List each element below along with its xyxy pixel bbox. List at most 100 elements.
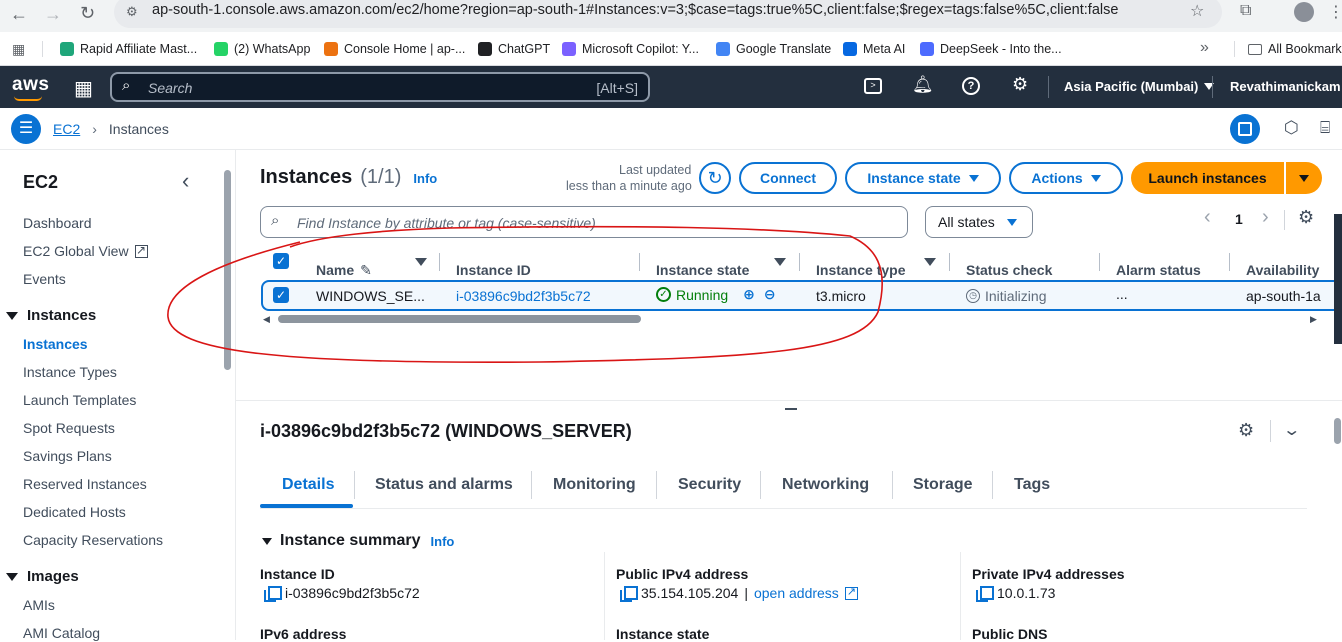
caret-down-icon xyxy=(6,572,18,581)
panel-toggle-button[interactable] xyxy=(1230,114,1260,144)
reload-icon[interactable]: ↻ xyxy=(80,3,95,24)
sidebar-item-reserved-instances[interactable]: Reserved Instances xyxy=(23,476,147,492)
forward-icon[interactable]: → xyxy=(44,4,62,25)
next-page-icon[interactable]: › xyxy=(1262,206,1269,229)
tab-networking[interactable]: Networking xyxy=(782,476,869,494)
public-ipv4-value: 35.154.105.204 | open address ↗ xyxy=(620,585,858,602)
feedback-icon[interactable]: ⌸ xyxy=(1320,118,1330,138)
sort-caret-icon[interactable] xyxy=(924,258,936,266)
tab-tags[interactable]: Tags xyxy=(1014,476,1050,494)
bookmark-item[interactable]: Microsoft Copilot: Y... xyxy=(562,32,699,66)
connect-button[interactable]: Connect xyxy=(739,162,837,194)
info-link[interactable]: Info xyxy=(413,171,437,186)
column-header-status-check[interactable]: Status check xyxy=(966,262,1052,278)
bookmark-label: Google Translate xyxy=(736,42,832,56)
copy-icon[interactable] xyxy=(620,585,638,602)
bookmark-label: Microsoft Copilot: Y... xyxy=(582,42,699,56)
collapse-panel-chevron-icon[interactable]: ⌄ xyxy=(1282,420,1301,440)
sidebar-item-amis[interactable]: AMIs xyxy=(23,597,55,613)
url-text[interactable]: ap-south-1.console.aws.amazon.com/ec2/ho… xyxy=(152,2,1118,18)
sidebar-item-events[interactable]: Events xyxy=(23,271,66,287)
launch-instances-button[interactable]: Launch instances xyxy=(1131,162,1284,194)
bookmark-item[interactable]: Rapid Affiliate Mast... xyxy=(60,32,197,66)
sidebar-item-instances[interactable]: Instances xyxy=(23,336,88,352)
bookmark-item[interactable]: (2) WhatsApp xyxy=(214,32,310,66)
refresh-button[interactable]: ↻ xyxy=(699,162,731,194)
bookmark-item[interactable]: Meta AI xyxy=(843,32,905,66)
nav-divider xyxy=(1048,76,1049,98)
column-divider xyxy=(960,552,961,640)
column-header-alarm-status[interactable]: Alarm status xyxy=(1116,262,1201,278)
address-bar[interactable]: ⚙ ap-south-1.console.aws.amazon.com/ec2/… xyxy=(114,0,1222,28)
tab-status-and-alarms[interactable]: Status and alarms xyxy=(375,476,513,494)
open-address-link[interactable]: open address xyxy=(754,585,839,601)
sidebar-section-images[interactable]: Images xyxy=(6,568,79,585)
side-edge-tab[interactable] xyxy=(1334,214,1342,344)
all-bookmarks-link[interactable]: All Bookmarks xyxy=(1248,32,1342,66)
bookmark-item[interactable]: Google Translate xyxy=(716,32,831,66)
bookmark-item[interactable]: Console Home | ap-... xyxy=(324,32,465,66)
settings-gear-icon[interactable]: ⚙ xyxy=(1012,74,1028,95)
aws-top-nav: aws ▦ ⌕ Search [Alt+S] > 🔔︎ ? ⚙ Asia Pac… xyxy=(0,66,1342,108)
bookmark-item[interactable]: ChatGPT xyxy=(478,32,550,66)
cloudshell-icon[interactable]: > xyxy=(864,78,882,94)
sidebar-title: EC2 xyxy=(23,172,59,192)
apps-icon[interactable]: ▦ xyxy=(12,41,25,58)
split-panel-handle[interactable] xyxy=(785,408,797,410)
menu-icon[interactable]: ⋮ xyxy=(1328,2,1342,22)
sidebar-item-capacity-reservations[interactable]: Capacity Reservations xyxy=(23,532,163,548)
collapse-sidebar-icon[interactable]: ‹ xyxy=(182,168,189,194)
instance-summary-header[interactable]: Instance summary Info xyxy=(262,532,454,550)
back-icon[interactable]: ← xyxy=(10,4,28,25)
scroll-right-icon[interactable]: ▶ xyxy=(1310,314,1317,325)
sidebar-item-ami-catalog[interactable]: AMI Catalog xyxy=(23,625,100,641)
sidebar-item-dashboard[interactable]: Dashboard xyxy=(23,215,92,231)
value-text: i-03896c9bd2f3b5c72 xyxy=(285,585,420,601)
sidebar-item-global-view[interactable]: EC2 Global View ↗ xyxy=(23,243,148,259)
region-selector[interactable]: Asia Pacific (Mumbai) xyxy=(1064,79,1215,94)
aws-logo[interactable]: aws xyxy=(12,74,49,96)
sidebar-item-dedicated-hosts[interactable]: Dedicated Hosts xyxy=(23,504,126,520)
sidebar-item-spot-requests[interactable]: Spot Requests xyxy=(23,420,115,436)
more-bookmarks-icon[interactable]: » xyxy=(1200,39,1209,57)
copy-icon[interactable] xyxy=(976,585,994,602)
preferences-gear-icon[interactable]: ⚙ xyxy=(1298,207,1314,228)
bookmark-star-icon[interactable]: ☆ xyxy=(1190,1,1204,21)
column-header-availability[interactable]: Availability xyxy=(1246,262,1319,278)
sidebar-section-instances[interactable]: Instances xyxy=(6,307,96,324)
info-link[interactable]: Info xyxy=(431,534,455,549)
hexagon-settings-icon[interactable]: ⬡ xyxy=(1284,118,1299,138)
search-icon: ⌕ xyxy=(122,77,131,94)
extensions-icon[interactable]: ⧉ xyxy=(1240,2,1251,20)
copy-icon[interactable] xyxy=(264,585,282,602)
actions-button[interactable]: Actions xyxy=(1009,162,1123,194)
tab-monitoring[interactable]: Monitoring xyxy=(553,476,636,494)
state-filter-select[interactable]: All states xyxy=(925,206,1033,238)
current-page[interactable]: 1 xyxy=(1235,211,1243,227)
profile-avatar[interactable] xyxy=(1294,2,1314,22)
instance-state-button[interactable]: Instance state xyxy=(845,162,1001,194)
launch-dropdown-button[interactable] xyxy=(1286,162,1322,194)
search-box[interactable]: ⌕ Search [Alt+S] xyxy=(110,72,650,102)
sidebar-item-instance-types[interactable]: Instance Types xyxy=(23,364,117,380)
services-grid-icon[interactable]: ▦ xyxy=(74,76,93,101)
tab-details[interactable]: Details xyxy=(282,476,334,494)
external-link-icon[interactable]: ↗ xyxy=(844,586,858,600)
tab-security[interactable]: Security xyxy=(678,476,741,494)
side-nav-toggle-button[interactable]: ☰ xyxy=(11,114,41,144)
sidebar-item-savings-plans[interactable]: Savings Plans xyxy=(23,448,112,464)
details-settings-gear-icon[interactable]: ⚙ xyxy=(1238,420,1254,441)
value-separator: | xyxy=(744,585,748,601)
private-ipv4-label: Private IPv4 addresses xyxy=(972,566,1125,582)
bookmark-item[interactable]: DeepSeek - Into the... xyxy=(920,32,1062,66)
tab-storage[interactable]: Storage xyxy=(913,476,973,494)
site-info-icon[interactable]: ⚙ xyxy=(126,4,138,20)
split-panel-divider[interactable] xyxy=(236,400,1342,401)
account-menu[interactable]: Revathimanickam xyxy=(1230,79,1341,94)
help-icon[interactable]: ? xyxy=(962,77,980,95)
details-scrollbar[interactable] xyxy=(1334,418,1341,444)
notifications-bell-icon[interactable]: 🔔︎ xyxy=(912,75,934,95)
breadcrumb-ec2-link[interactable]: EC2 xyxy=(53,121,80,137)
prev-page-icon[interactable]: ‹ xyxy=(1204,206,1211,229)
sidebar-item-launch-templates[interactable]: Launch Templates xyxy=(23,392,136,408)
